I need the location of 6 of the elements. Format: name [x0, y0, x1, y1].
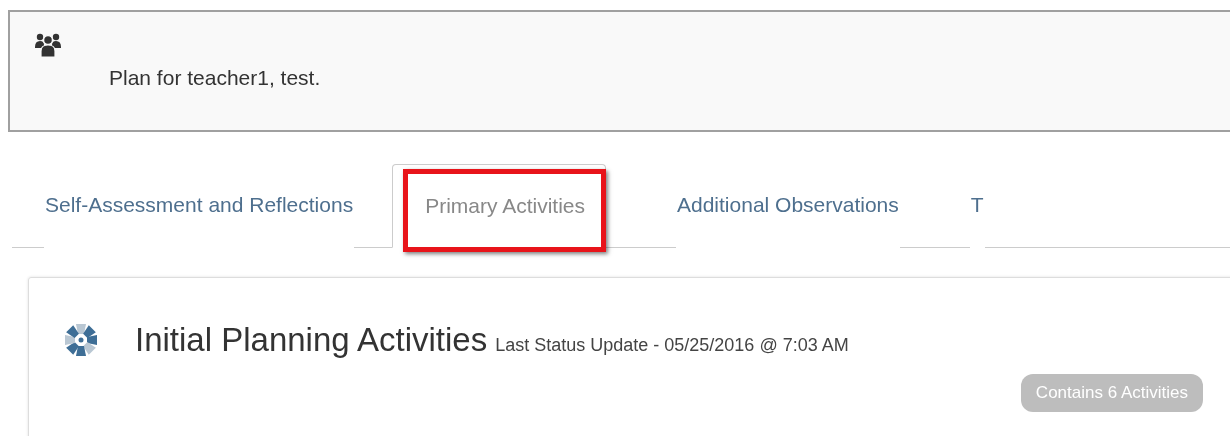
- status-text: Last Status Update - 05/25/2016 @ 7:03 AM: [495, 335, 849, 356]
- activity-count-badge: Contains 6 Activities: [1020, 374, 1203, 412]
- plan-title: Plan for teacher1, test.: [109, 66, 321, 89]
- spinner-icon: [63, 322, 99, 358]
- users-icon: [35, 32, 61, 58]
- activity-group-title: Initial Planning Activities: [135, 321, 488, 359]
